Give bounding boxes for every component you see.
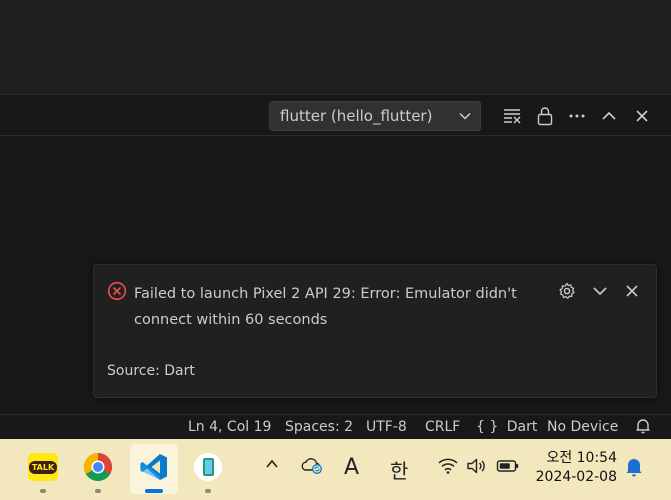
chevron-up-icon <box>266 459 278 468</box>
status-encoding[interactable]: UTF-8 <box>366 419 407 435</box>
phone-link-icon <box>194 453 222 481</box>
output-panel-header: flutter (hello_flutter) <box>0 94 671 136</box>
close-icon <box>636 110 648 122</box>
status-indentation[interactable]: Spaces: 2 <box>285 419 353 435</box>
kakaotalk-running-indicator <box>40 489 46 493</box>
status-line-ending[interactable]: CRLF <box>425 419 460 435</box>
collapse-notification-button[interactable] <box>590 281 610 301</box>
braces-icon: { } <box>476 419 499 435</box>
clock-date: 2024-02-08 <box>535 469 617 485</box>
status-device[interactable]: No Device <box>547 419 618 435</box>
clear-output-icon <box>504 109 521 124</box>
gear-icon <box>559 282 575 299</box>
chrome-app[interactable] <box>80 449 116 485</box>
chevron-up-icon <box>602 111 616 120</box>
ime-input-mode[interactable]: A <box>344 455 359 480</box>
notification-message-line-2: connect within 60 seconds <box>134 312 328 328</box>
maximize-panel-button[interactable] <box>597 104 621 128</box>
notification-center-button[interactable] <box>624 456 644 483</box>
lock-scroll-button[interactable] <box>533 104 557 128</box>
notification-settings-button[interactable] <box>557 281 577 301</box>
vscode-running-indicator <box>145 489 163 493</box>
show-hidden-icons-button[interactable] <box>264 456 280 477</box>
battery-button[interactable] <box>496 458 520 479</box>
volume-button[interactable] <box>466 457 488 480</box>
chrome-running-indicator <box>95 489 101 493</box>
chevron-down-icon <box>459 112 471 120</box>
battery-icon <box>496 460 519 472</box>
error-circle-icon <box>107 281 127 301</box>
bell-icon <box>636 419 650 434</box>
status-language-label: Dart <box>506 419 538 435</box>
error-notification: Failed to launch Pixel 2 API 29: Error: … <box>93 264 657 398</box>
close-notification-button[interactable] <box>622 281 642 301</box>
more-actions-button[interactable] <box>565 104 589 128</box>
wifi-icon <box>438 458 458 474</box>
editor-area <box>0 0 671 94</box>
taskbar-clock[interactable]: 오전 10:54 2024-02-08 <box>536 449 617 487</box>
clock-time: 오전 10:54 <box>546 450 617 466</box>
cloud-sync-icon <box>301 458 322 474</box>
speaker-icon <box>467 458 485 474</box>
bell-icon <box>626 459 642 477</box>
chrome-icon <box>84 453 112 481</box>
output-channel-label: flutter (hello_flutter) <box>280 107 433 125</box>
network-button[interactable] <box>437 457 459 480</box>
notification-message-line-1: Failed to launch Pixel 2 API 29: Error: … <box>134 286 517 302</box>
vscode-app[interactable] <box>136 449 172 485</box>
ime-language-indicator[interactable]: 한 <box>390 455 408 484</box>
status-language-mode[interactable]: { } Dart <box>476 419 537 435</box>
more-actions-icon <box>569 114 585 118</box>
status-cursor-position[interactable]: Ln 4, Col 19 <box>188 419 271 435</box>
status-bar: Ln 4, Col 19 Spaces: 2 UTF-8 CRLF { } Da… <box>0 414 671 439</box>
notifications-button[interactable] <box>634 417 652 439</box>
close-icon <box>626 285 638 297</box>
close-panel-button[interactable] <box>630 104 654 128</box>
phone-link-running-indicator <box>205 489 211 493</box>
clear-output-button[interactable] <box>500 104 524 128</box>
windows-taskbar: TALK A 한 오전 10:54 2024-02-08 <box>0 439 671 500</box>
vscode-icon <box>140 454 167 480</box>
kakaotalk-app[interactable]: TALK <box>25 449 61 485</box>
lock-icon <box>537 107 553 126</box>
phone-link-app[interactable] <box>190 449 226 485</box>
notification-source: Source: Dart <box>107 363 195 379</box>
notification-message: Failed to launch Pixel 2 API 29: Error: … <box>134 281 534 333</box>
output-channel-select[interactable]: flutter (hello_flutter) <box>269 101 481 131</box>
kakaotalk-icon: TALK <box>28 453 58 481</box>
phone-shape <box>202 458 214 476</box>
chevron-down-icon <box>593 287 607 296</box>
kakaotalk-icon-label: TALK <box>28 460 58 474</box>
onedrive-sync-button[interactable] <box>300 455 324 480</box>
